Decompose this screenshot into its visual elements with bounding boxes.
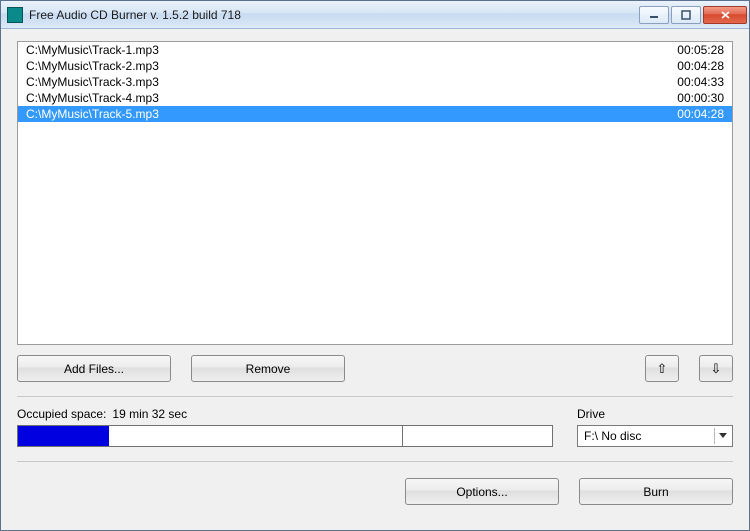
add-files-button[interactable]: Add Files... — [17, 355, 171, 382]
track-path: C:\MyMusic\Track-5.mp3 — [26, 106, 159, 122]
track-list[interactable]: C:\MyMusic\Track-1.mp300:05:28C:\MyMusic… — [17, 41, 733, 345]
separator-2 — [17, 461, 733, 462]
drive-label: Drive — [577, 407, 733, 421]
chevron-down-icon — [719, 433, 727, 439]
close-icon — [720, 10, 731, 20]
track-row[interactable]: C:\MyMusic\Track-4.mp3 00:00:30 — [18, 90, 732, 106]
minimize-button[interactable] — [639, 6, 669, 24]
track-row[interactable]: C:\MyMusic\Track-2.mp3 00:04:28 — [18, 58, 732, 74]
close-button[interactable] — [703, 6, 747, 24]
track-duration: 00:05:28 — [677, 42, 724, 58]
track-duration: 00:04:28 — [677, 106, 724, 122]
window-controls — [639, 6, 747, 24]
track-path: C:\MyMusic\Track-1.mp3 — [26, 42, 159, 58]
occupied-space-block: Occupied space: 19 min 32 sec — [17, 407, 553, 447]
drive-selected-value: F:\ No disc — [584, 429, 714, 443]
arrow-up-icon: ⇧ — [657, 362, 668, 375]
options-button[interactable]: Options... — [405, 478, 559, 505]
dropdown-icon — [714, 428, 730, 444]
separator — [17, 396, 733, 397]
progress-tick — [402, 426, 403, 446]
app-window: Free Audio CD Burner v. 1.5.2 build 718 … — [0, 0, 750, 531]
track-path: C:\MyMusic\Track-3.mp3 — [26, 74, 159, 90]
track-path: C:\MyMusic\Track-4.mp3 — [26, 90, 159, 106]
action-row: Options... Burn — [17, 478, 733, 505]
maximize-icon — [681, 10, 691, 20]
app-icon — [7, 7, 23, 23]
progress-fill — [18, 426, 109, 446]
status-row: Occupied space: 19 min 32 sec Drive F:\ … — [17, 407, 733, 447]
move-down-button[interactable]: ⇩ — [699, 355, 733, 382]
track-path: C:\MyMusic\Track-2.mp3 — [26, 58, 159, 74]
occupied-value: 19 min 32 sec — [112, 407, 187, 421]
move-up-button[interactable]: ⇧ — [645, 355, 679, 382]
drive-block: Drive F:\ No disc — [577, 407, 733, 447]
maximize-button[interactable] — [671, 6, 701, 24]
window-title: Free Audio CD Burner v. 1.5.2 build 718 — [29, 8, 639, 22]
track-duration: 00:00:30 — [677, 90, 724, 106]
arrow-down-icon: ⇩ — [711, 362, 722, 375]
titlebar[interactable]: Free Audio CD Burner v. 1.5.2 build 718 — [1, 1, 749, 29]
track-row[interactable]: C:\MyMusic\Track-3.mp3 00:04:33 — [18, 74, 732, 90]
occupied-progress — [17, 425, 553, 447]
track-row[interactable]: C:\MyMusic\Track-1.mp3 00:05:28 — [18, 42, 732, 58]
client-area: C:\MyMusic\Track-1.mp300:05:28C:\MyMusic… — [1, 29, 749, 530]
list-controls-row: Add Files... Remove ⇧ ⇩ — [17, 355, 733, 382]
track-row[interactable]: C:\MyMusic\Track-5.mp3 00:04:28 — [18, 106, 732, 122]
remove-button[interactable]: Remove — [191, 355, 345, 382]
occupied-label: Occupied space: — [17, 407, 106, 421]
minimize-icon — [649, 10, 659, 20]
track-duration: 00:04:28 — [677, 58, 724, 74]
drive-select[interactable]: F:\ No disc — [577, 425, 733, 447]
track-duration: 00:04:33 — [677, 74, 724, 90]
burn-button[interactable]: Burn — [579, 478, 733, 505]
